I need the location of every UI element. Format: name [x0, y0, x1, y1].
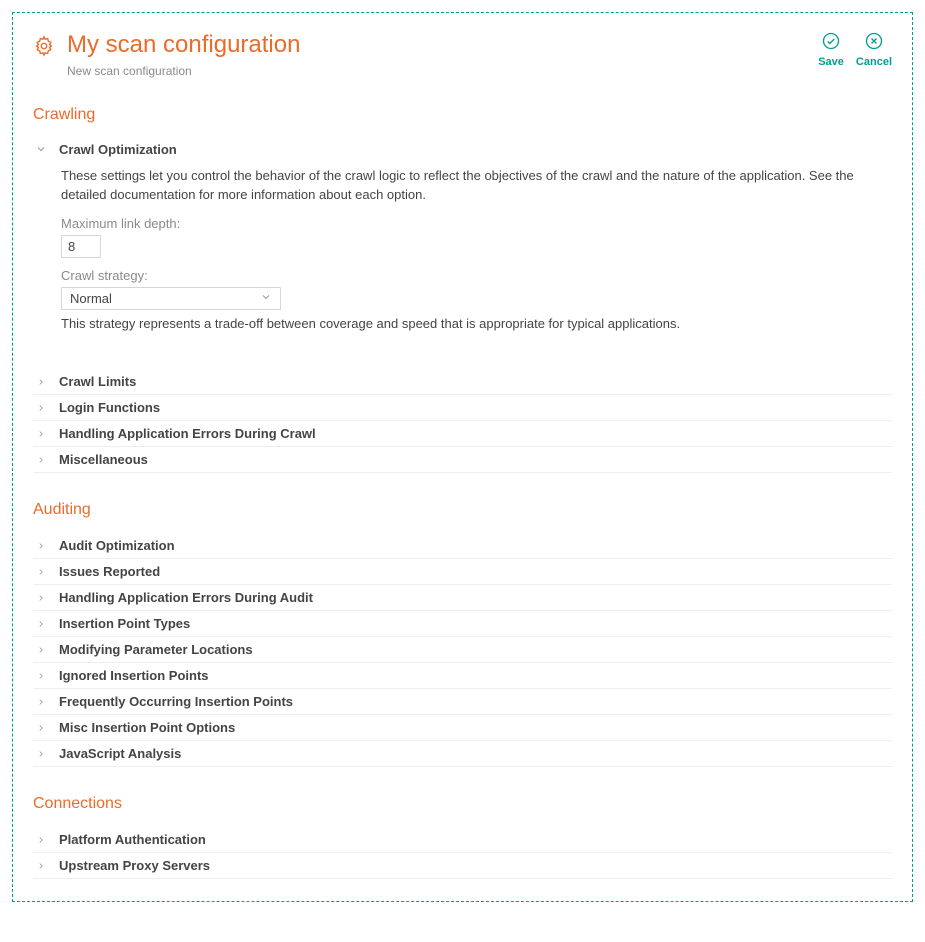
section-title-crawling: Crawling	[33, 106, 892, 124]
crawl-strategy-field: Crawl strategy: Normal This strategy rep…	[61, 268, 892, 331]
row-login-functions[interactable]: Login Functions	[33, 395, 892, 421]
max-link-depth-input[interactable]	[61, 235, 101, 258]
row-insertion-point-types[interactable]: Insertion Point Types	[33, 611, 892, 637]
crawl-strategy-select[interactable]: Normal	[61, 287, 281, 310]
max-link-depth-field: Maximum link depth:	[61, 216, 892, 258]
title-block: My scan configuration New scan configura…	[33, 31, 300, 78]
crawl-optimization-header[interactable]: Crawl Optimization	[33, 138, 892, 163]
row-platform-auth[interactable]: Platform Authentication	[33, 827, 892, 853]
row-label: Crawl Limits	[59, 374, 136, 389]
chevron-right-icon	[33, 377, 49, 387]
save-button[interactable]: Save	[818, 31, 844, 68]
check-circle-icon	[821, 31, 841, 54]
row-label: Audit Optimization	[59, 538, 175, 553]
row-frequently-occurring[interactable]: Frequently Occurring Insertion Points	[33, 689, 892, 715]
chevron-right-icon	[33, 455, 49, 465]
chevron-right-icon	[33, 541, 49, 551]
chevron-right-icon	[33, 619, 49, 629]
row-misc-insertion[interactable]: Misc Insertion Point Options	[33, 715, 892, 741]
chevron-right-icon	[33, 723, 49, 733]
chevron-right-icon	[33, 593, 49, 603]
row-label: Frequently Occurring Insertion Points	[59, 694, 293, 709]
chevron-right-icon	[33, 429, 49, 439]
scan-config-panel: My scan configuration New scan configura…	[12, 12, 913, 902]
row-label: Handling Application Errors During Crawl	[59, 426, 316, 441]
close-circle-icon	[864, 31, 884, 54]
row-javascript-analysis[interactable]: JavaScript Analysis	[33, 741, 892, 767]
row-ignored-insertion-points[interactable]: Ignored Insertion Points	[33, 663, 892, 689]
header-actions: Save Cancel	[818, 31, 892, 68]
row-modifying-parameter-locations[interactable]: Modifying Parameter Locations	[33, 637, 892, 663]
crawl-optimization-description: These settings let you control the behav…	[61, 167, 892, 205]
chevron-right-icon	[33, 697, 49, 707]
max-link-depth-label: Maximum link depth:	[61, 216, 892, 231]
row-errors-during-crawl[interactable]: Handling Application Errors During Crawl	[33, 421, 892, 447]
crawl-strategy-value: Normal	[70, 291, 112, 306]
chevron-right-icon	[33, 749, 49, 759]
gear-icon	[33, 35, 55, 60]
row-issues-reported[interactable]: Issues Reported	[33, 559, 892, 585]
row-label: Ignored Insertion Points	[59, 668, 209, 683]
panel-header: My scan configuration New scan configura…	[33, 31, 892, 78]
section-title-auditing: Auditing	[33, 501, 892, 519]
row-label: Miscellaneous	[59, 452, 148, 467]
row-upstream-proxy[interactable]: Upstream Proxy Servers	[33, 853, 892, 879]
crawl-strategy-description: This strategy represents a trade-off bet…	[61, 316, 892, 331]
row-audit-optimization[interactable]: Audit Optimization	[33, 533, 892, 559]
save-label: Save	[818, 56, 844, 68]
chevron-right-icon	[33, 671, 49, 681]
crawl-strategy-label: Crawl strategy:	[61, 268, 892, 283]
title-text: My scan configuration New scan configura…	[67, 31, 300, 78]
row-label: Login Functions	[59, 400, 160, 415]
row-label: Handling Application Errors During Audit	[59, 590, 313, 605]
row-label: Modifying Parameter Locations	[59, 642, 253, 657]
row-label: Misc Insertion Point Options	[59, 720, 235, 735]
crawl-optimization-label: Crawl Optimization	[59, 142, 177, 157]
page-subtitle: New scan configuration	[67, 64, 300, 78]
cancel-button[interactable]: Cancel	[856, 31, 892, 68]
row-label: Issues Reported	[59, 564, 160, 579]
row-label: Platform Authentication	[59, 832, 206, 847]
page-title: My scan configuration	[67, 31, 300, 60]
section-title-connections: Connections	[33, 795, 892, 813]
row-errors-during-audit[interactable]: Handling Application Errors During Audit	[33, 585, 892, 611]
chevron-down-icon	[33, 143, 49, 155]
chevron-right-icon	[33, 567, 49, 577]
chevron-right-icon	[33, 403, 49, 413]
row-label: JavaScript Analysis	[59, 746, 181, 761]
crawl-optimization-block: Crawl Optimization These settings let yo…	[33, 138, 892, 352]
row-miscellaneous[interactable]: Miscellaneous	[33, 447, 892, 473]
chevron-right-icon	[33, 861, 49, 871]
row-label: Upstream Proxy Servers	[59, 858, 210, 873]
row-crawl-limits[interactable]: Crawl Limits	[33, 369, 892, 395]
chevron-right-icon	[33, 645, 49, 655]
cancel-label: Cancel	[856, 56, 892, 68]
row-label: Insertion Point Types	[59, 616, 190, 631]
chevron-down-icon	[260, 291, 272, 306]
chevron-right-icon	[33, 835, 49, 845]
